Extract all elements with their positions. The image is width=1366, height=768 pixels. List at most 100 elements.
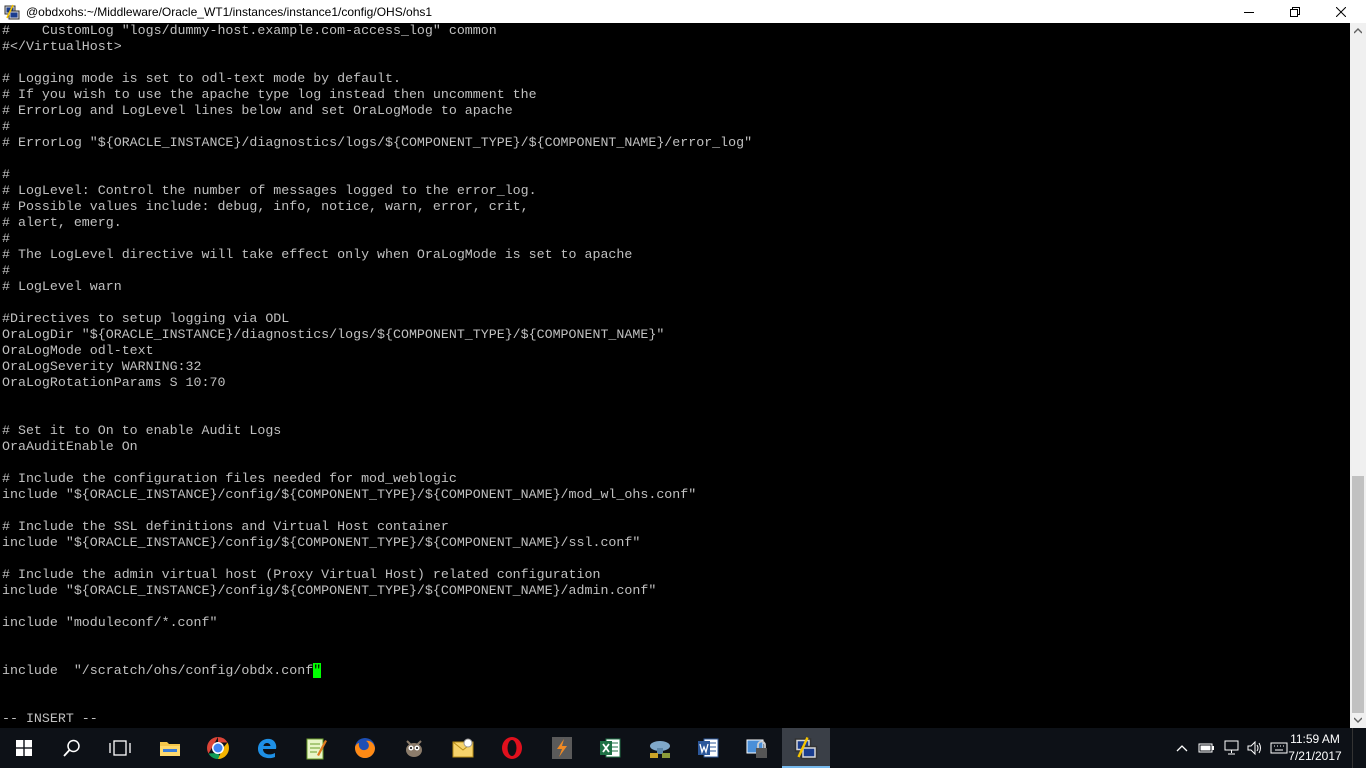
terminal-line: include "${ORACLE_INSTANCE}/config/${COM… xyxy=(2,487,752,503)
network-tool[interactable] xyxy=(636,728,684,768)
putty-active[interactable] xyxy=(782,728,830,768)
terminal-line: -- INSERT -- xyxy=(2,711,752,727)
battery-icon xyxy=(1198,742,1216,754)
terminal-line xyxy=(2,679,752,695)
terminal-line xyxy=(2,151,752,167)
terminal-line: # xyxy=(2,167,752,183)
search-icon xyxy=(63,739,81,757)
task-view-button[interactable] xyxy=(96,728,144,768)
terminal-area[interactable]: # CustomLog "logs/dummy-host.example.com… xyxy=(0,23,1350,735)
putty-icon xyxy=(794,736,818,760)
task-view-icon xyxy=(109,740,131,756)
tray-volume[interactable] xyxy=(1244,728,1266,768)
winscp-lightning[interactable] xyxy=(538,728,586,768)
gimp[interactable] xyxy=(390,728,438,768)
terminal-line xyxy=(2,631,752,647)
terminal-line: # Include the SSL definitions and Virtua… xyxy=(2,519,752,535)
terminal-line xyxy=(2,599,752,615)
windows-logo-icon xyxy=(16,740,32,756)
terminal-line xyxy=(2,55,752,71)
start-button[interactable] xyxy=(0,728,48,768)
terminal-line: OraLogSeverity WARNING:32 xyxy=(2,359,752,375)
tray-overflow[interactable] xyxy=(1172,728,1192,768)
terminal-line: OraLogDir "${ORACLE_INSTANCE}/diagnostic… xyxy=(2,327,752,343)
terminal-line xyxy=(2,455,752,471)
terminal-line: # xyxy=(2,263,752,279)
terminal-line: # xyxy=(2,119,752,135)
chevron-down-icon xyxy=(1354,717,1362,723)
network-icon xyxy=(647,736,673,760)
chrome-icon xyxy=(206,736,230,760)
terminal-line: OraLogRotationParams S 10:70 xyxy=(2,375,752,391)
terminal-line: # alert, emerg. xyxy=(2,215,752,231)
terminal-line: # If you wish to use the apache type log… xyxy=(2,87,752,103)
show-desktop-button[interactable] xyxy=(1352,728,1366,768)
file-explorer[interactable] xyxy=(146,728,194,768)
restore-icon xyxy=(1290,7,1300,17)
terminal-line: #Directives to setup logging via ODL xyxy=(2,311,752,327)
chevron-up-icon xyxy=(1354,28,1362,34)
clock-date: 7/21/2017 xyxy=(1280,748,1350,765)
terminal-line xyxy=(2,647,752,663)
firefox[interactable] xyxy=(341,728,389,768)
terminal-line: include "${ORACLE_INSTANCE}/config/${COM… xyxy=(2,583,752,599)
terminal-line: # LogLevel: Control the number of messag… xyxy=(2,183,752,199)
scroll-thumb[interactable] xyxy=(1352,476,1364,713)
lightning-icon xyxy=(551,736,573,760)
putty-icon xyxy=(4,4,20,20)
scroll-down-arrow[interactable] xyxy=(1350,712,1366,728)
scroll-up-arrow[interactable] xyxy=(1350,23,1366,39)
terminal-line: # Include the admin virtual host (Proxy … xyxy=(2,567,752,583)
edge[interactable] xyxy=(243,728,291,768)
notepad-plus[interactable] xyxy=(292,728,340,768)
chevron-up-icon xyxy=(1176,744,1188,752)
minimize-button[interactable] xyxy=(1226,0,1272,23)
notepad-icon xyxy=(305,736,327,760)
close-button[interactable] xyxy=(1318,0,1364,23)
terminal-line: include "/scratch/ohs/config/obdx.conf" xyxy=(2,663,752,679)
system-clock[interactable]: 11:59 AM 7/21/2017 xyxy=(1280,731,1350,765)
terminal-line: include "moduleconf/*.conf" xyxy=(2,615,752,631)
chrome[interactable] xyxy=(194,728,242,768)
tray-battery[interactable] xyxy=(1196,728,1218,768)
window-title: @obdxohs:~/Middleware/Oracle_WT1/instanc… xyxy=(26,5,432,19)
search-button[interactable] xyxy=(48,728,96,768)
lock-icon xyxy=(745,736,769,760)
terminal-line: # Possible values include: debug, info, … xyxy=(2,199,752,215)
excel-icon xyxy=(598,736,622,760)
terminal-line: # LogLevel warn xyxy=(2,279,752,295)
text-cursor: " xyxy=(313,663,321,678)
terminal-line: # Logging mode is set to odl-text mode b… xyxy=(2,71,752,87)
word-icon xyxy=(696,736,720,760)
word[interactable] xyxy=(684,728,732,768)
terminal-line: # xyxy=(2,231,752,247)
gimp-icon xyxy=(402,736,426,760)
terminal-line xyxy=(2,551,752,567)
tray-network[interactable] xyxy=(1221,728,1243,768)
terminal-line: # Include the configuration files needed… xyxy=(2,471,752,487)
terminal-line xyxy=(2,391,752,407)
edge-icon xyxy=(255,736,279,760)
terminal-line: OraLogMode odl-text xyxy=(2,343,752,359)
opera[interactable] xyxy=(488,728,536,768)
terminal-line xyxy=(2,503,752,519)
terminal-line: # ErrorLog "${ORACLE_INSTANCE}/diagnosti… xyxy=(2,135,752,151)
mail-app[interactable] xyxy=(439,728,487,768)
close-icon xyxy=(1336,7,1346,17)
window-title-bar[interactable]: @obdxohs:~/Middleware/Oracle_WT1/instanc… xyxy=(0,0,1366,23)
opera-icon xyxy=(500,736,524,760)
excel[interactable] xyxy=(586,728,634,768)
clock-time: 11:59 AM xyxy=(1280,731,1350,748)
terminal-line xyxy=(2,295,752,311)
volume-icon xyxy=(1246,740,1264,756)
vpn-lock[interactable] xyxy=(733,728,781,768)
firefox-icon xyxy=(353,736,377,760)
terminal-line: include "${ORACLE_INSTANCE}/config/${COM… xyxy=(2,535,752,551)
maximize-button[interactable] xyxy=(1272,0,1318,23)
vertical-scrollbar[interactable] xyxy=(1350,23,1366,735)
network-icon xyxy=(1223,740,1241,756)
taskbar: 11:59 AM 7/21/2017 xyxy=(0,728,1366,768)
folder-icon xyxy=(159,739,181,757)
terminal-text: # CustomLog "logs/dummy-host.example.com… xyxy=(2,23,752,727)
terminal-line: # CustomLog "logs/dummy-host.example.com… xyxy=(2,23,752,39)
